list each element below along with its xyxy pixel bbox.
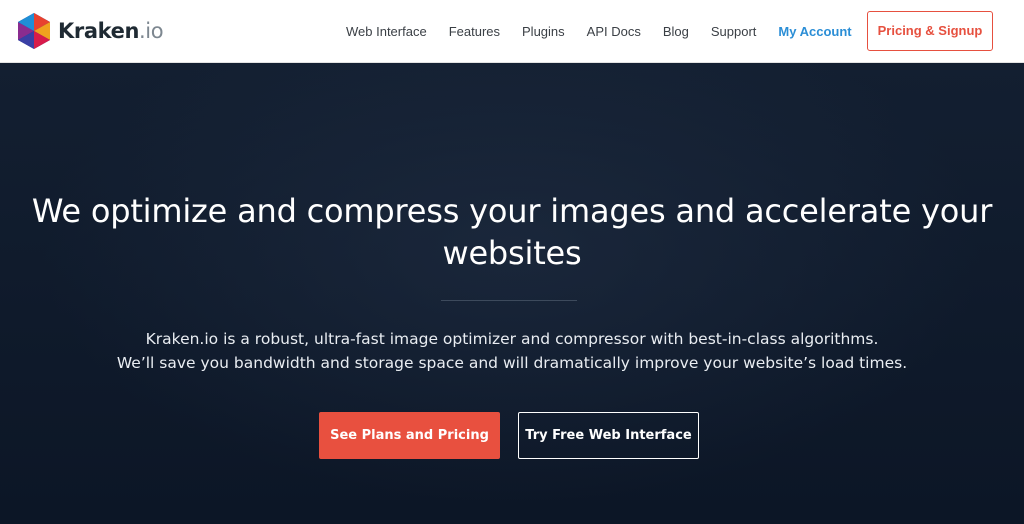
hero-description-line-1: Kraken.io is a robust, ultra-fast image … [145,330,879,348]
page: Kraken.io Web Interface Features Plugins… [0,0,1024,524]
hero-description-line-2: We’ll save you bandwidth and storage spa… [116,354,908,372]
logo-tld: .io [139,19,164,43]
nav-features[interactable]: Features [449,24,500,39]
nav-web-interface[interactable]: Web Interface [346,24,427,39]
try-free-web-interface-button[interactable]: Try Free Web Interface [518,412,699,459]
hero-headline: We optimize and compress your images and… [12,190,1012,274]
kraken-hexagon-logo-icon [16,12,52,50]
nav-my-account[interactable]: My Account [778,24,851,39]
hero-section: We optimize and compress your images and… [0,63,1024,524]
kraken-logo[interactable]: Kraken.io [16,12,164,50]
logo-wordmark: Kraken.io [58,19,164,43]
pricing-signup-button[interactable]: Pricing & Signup [867,11,993,51]
hero-headline-line-2: websites [442,234,582,272]
nav-support[interactable]: Support [711,24,757,39]
hero-divider [441,300,577,301]
nav-blog[interactable]: Blog [663,24,689,39]
nav-api-docs[interactable]: API Docs [587,24,641,39]
nav-plugins[interactable]: Plugins [522,24,565,39]
logo-name: Kraken [58,19,139,43]
main-nav: Web Interface Features Plugins API Docs … [346,0,852,62]
see-plans-pricing-button[interactable]: See Plans and Pricing [319,412,500,459]
hero-headline-line-1: We optimize and compress your images and… [31,192,993,230]
site-header: Kraken.io Web Interface Features Plugins… [0,0,1024,63]
